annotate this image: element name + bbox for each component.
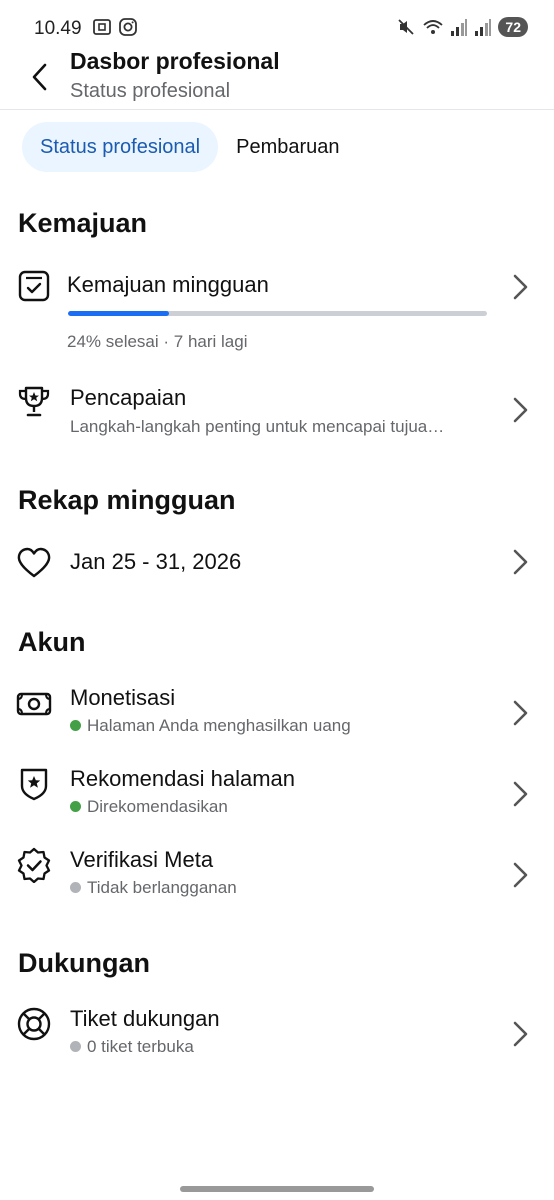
section-title-kemajuan: Kemajuan — [18, 208, 148, 238]
status-right-icons: 72 — [396, 17, 528, 37]
instagram-icon — [119, 18, 137, 36]
weekly-progress-title: Kemajuan mingguan — [67, 272, 269, 297]
weekly-recap-range: Jan 25 - 31, 2026 — [70, 549, 242, 574]
page-subtitle: Status profesional — [70, 80, 231, 102]
tab-pembaruan[interactable]: Pembaruan — [218, 122, 357, 172]
chevron-right-icon — [513, 862, 528, 888]
section-title-dukungan: Dukungan — [18, 948, 150, 978]
weekly-progress-bar — [68, 311, 487, 316]
status-bar: 10.49 72 — [0, 0, 554, 50]
checklist-icon — [16, 268, 52, 304]
signal-icon — [451, 19, 468, 36]
heart-icon — [16, 545, 52, 581]
status-dot — [70, 1041, 81, 1052]
monetization-status-text: Halaman Anda menghasilkan uang — [87, 716, 351, 735]
support-ticket-status-text: 0 tiket terbuka — [87, 1037, 194, 1056]
weekly-recap-item[interactable]: Jan 25 - 31, 2026 — [0, 540, 554, 586]
signal-icon-2 — [475, 19, 492, 36]
chevron-right-icon — [513, 274, 528, 300]
achievements-subtitle: Langkah-langkah penting untuk mencapai t… — [70, 417, 445, 436]
support-ticket-title: Tiket dukungan — [70, 1006, 220, 1031]
page-title: Dasbor profesional — [70, 48, 280, 74]
meta-verified-status-text: Tidak berlangganan — [87, 878, 237, 897]
chevron-right-icon — [513, 781, 528, 807]
achievements-title: Pencapaian — [70, 385, 187, 410]
shield-star-icon — [16, 766, 52, 802]
section-title-rekap: Rekap mingguan — [18, 485, 236, 515]
meta-verified-status: Tidak berlangganan — [70, 878, 237, 898]
meta-verified-item[interactable]: Verifikasi Meta Tidak berlangganan — [0, 844, 554, 908]
arrow-left-icon — [32, 63, 47, 91]
page-recommendation-item[interactable]: Rekomendasi halaman Direkomendasikan — [0, 763, 554, 827]
section-title-akun: Akun — [18, 627, 86, 657]
back-button[interactable] — [24, 62, 54, 92]
trophy-icon — [16, 384, 52, 420]
weekly-progress-item[interactable]: Kemajuan mingguan 24% selesai · 7 hari l… — [0, 262, 554, 362]
weekly-progress-meta: 24% selesai · 7 hari lagi — [67, 332, 248, 351]
monetization-item[interactable]: Monetisasi Halaman Anda menghasilkan uan… — [0, 682, 554, 746]
page-recommendation-status-text: Direkomendasikan — [87, 797, 228, 816]
chevron-right-icon — [513, 1021, 528, 1047]
status-dot — [70, 720, 81, 731]
home-indicator[interactable] — [180, 1186, 374, 1192]
status-left-icons — [92, 17, 138, 37]
weekly-progress-fill — [68, 311, 169, 316]
monetization-status: Halaman Anda menghasilkan uang — [70, 716, 351, 736]
status-dot — [70, 801, 81, 812]
verified-badge-icon — [16, 847, 52, 883]
tab-status-profesional[interactable]: Status profesional — [22, 122, 219, 172]
support-ticket-status: 0 tiket terbuka — [70, 1037, 194, 1057]
screenshot-icon — [93, 19, 111, 35]
status-time: 10.49 — [34, 18, 82, 39]
meta-verified-title: Verifikasi Meta — [70, 847, 214, 872]
status-dot — [70, 882, 81, 893]
battery-indicator: 72 — [498, 17, 528, 37]
wifi-icon — [423, 20, 444, 34]
lifebuoy-icon — [16, 1006, 52, 1042]
page-header: Dasbor profesional Status profesional — [0, 44, 554, 110]
page-recommendation-status: Direkomendasikan — [70, 797, 228, 817]
chevron-right-icon — [513, 397, 528, 423]
mute-icon — [398, 19, 415, 35]
chevron-right-icon — [513, 549, 528, 575]
page-recommendation-title: Rekomendasi halaman — [70, 766, 296, 791]
money-icon — [16, 686, 52, 722]
tab-bar: Status profesional Pembaruan — [22, 122, 358, 172]
chevron-right-icon — [513, 700, 528, 726]
monetization-title: Monetisasi — [70, 685, 176, 710]
support-ticket-item[interactable]: Tiket dukungan 0 tiket terbuka — [0, 1003, 554, 1067]
achievements-item[interactable]: Pencapaian Langkah-langkah penting untuk… — [0, 380, 554, 450]
